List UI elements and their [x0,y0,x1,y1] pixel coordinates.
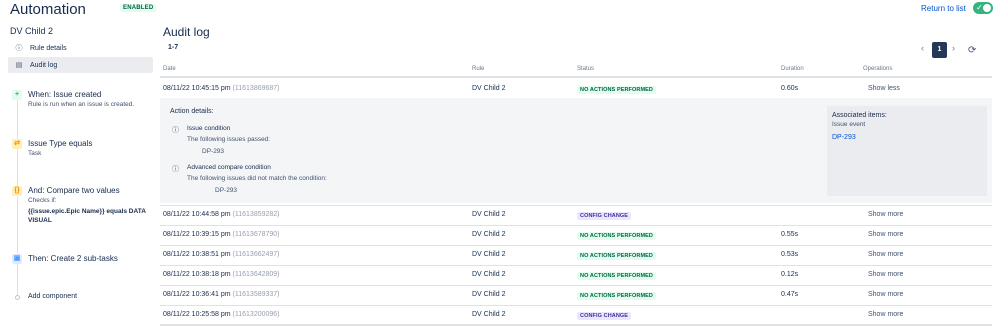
shuffle-icon: ⇄ [12,139,22,149]
trigger-subtitle: Rule is run when an issue is created. [28,101,135,108]
info-icon: ⓘ [15,45,23,52]
toggle-knob [983,4,991,12]
status-lozenge: NO ACTIONS PERFORMED [577,252,656,260]
subtask-icon: ▣ [12,254,22,264]
associated-issue-link[interactable]: DP-293 [832,134,856,141]
condition-message: The following issues passed: [187,136,271,143]
row-divider [160,305,992,306]
status-lozenge: CONFIG CHANGE [577,312,632,320]
show-more-button[interactable]: Show more [868,311,903,318]
column-header-rule: Rule [472,66,485,72]
row-duration: 0.47s [781,291,799,298]
row-duration: 0.60s [781,85,799,92]
add-component-dot [15,295,20,300]
row-duration: 0.12s [781,271,799,278]
trigger-title: When: Issue created [28,90,102,99]
column-header-operations: Operations [863,66,893,72]
status-lozenge: NO ACTIONS PERFORMED [577,292,656,300]
row-date: 08/11/22 10:44:58 pm (11613859282) [163,211,280,218]
column-header-status: Status [577,66,595,72]
row-rule: DV Child 2 [472,231,506,238]
associated-item-type: Issue event [832,121,866,128]
row-date: 08/11/22 10:36:41 pm (11613589337) [163,291,280,298]
rule-enabled-toggle[interactable]: ✓ [973,2,993,14]
lightning-icon: + [12,90,22,100]
status-lozenge: CONFIG CHANGE [577,212,632,220]
column-header-date: Date [163,66,176,72]
check-icon: ✓ [976,3,983,12]
row-date: 08/11/22 10:38:51 pm (11613662497) [163,251,280,258]
app-title: Automation [10,1,86,18]
row-rule: DV Child 2 [472,271,506,278]
row-duration: 0.53s [781,251,799,258]
row-divider [160,225,992,226]
status-lozenge: NO ACTIONS PERFORMED [577,232,656,240]
column-header-duration: Duration [781,66,804,72]
show-more-button[interactable]: Show more [868,211,903,218]
action-details-heading: Action details: [170,108,214,115]
row-date: 08/11/22 10:25:58 pm (11613200096) [163,311,280,318]
refresh-icon[interactable]: ⟳ [968,45,976,56]
row-rule: DV Child 2 [472,211,506,218]
row-duration: 0.55s [781,231,799,238]
show-more-button[interactable]: Show more [868,291,903,298]
nav-audit-log-label: Audit log [30,61,58,69]
row-rule: DV Child 2 [472,251,506,258]
condition-message: The following issues did not match the c… [187,175,327,182]
create-subtasks-title: Then: Create 2 sub-tasks [28,254,118,263]
issue-type-subtitle: Task [28,150,42,157]
results-range: 1-7 [168,44,179,51]
show-more-button[interactable]: Show more [868,251,903,258]
action-details-panel: Action details: ⓘ Issue condition The fo… [160,98,992,203]
condition-issue: DP-293 [202,148,225,155]
condition-issue: DP-293 [215,187,238,194]
status-lozenge: NO ACTIONS PERFORMED [577,86,656,94]
associated-items-panel: Associated items: Issue event DP-293 [827,106,987,196]
info-icon: ⓘ [172,166,179,173]
header-divider [160,76,992,78]
row-divider [160,245,992,246]
add-component-button[interactable]: Add component [28,293,77,300]
row-rule: DV Child 2 [472,85,506,92]
nav-rule-details-label: Rule details [30,44,67,52]
braces-icon: {} [12,186,22,196]
show-more-button[interactable]: Show more [868,231,903,238]
page-title: Audit log [163,25,210,39]
compare-expression: {{issue.epic.Epic Name}} equals DATA VIS… [28,208,146,224]
condition-name: Issue condition [187,125,231,132]
row-date: 08/11/22 10:45:15 pm (11613869687) [163,85,280,92]
row-date: 08/11/22 10:39:15 pm (11613678790) [163,231,280,238]
condition-name: Advanced compare condition [187,164,271,171]
nav-rule-details[interactable]: ⓘ Rule details [8,40,153,56]
return-to-list-link[interactable]: Return to list [921,4,966,13]
associated-items-heading: Associated items: [832,112,887,119]
rule-name: DV Child 2 [10,26,54,36]
table-bottom-divider [160,324,992,326]
document-icon: ▤ [15,62,23,69]
previous-page-icon[interactable]: ‹ [921,43,924,53]
row-divider [160,265,992,266]
next-page-icon[interactable]: › [952,43,955,53]
show-less-button[interactable]: Show less [868,85,900,92]
row-divider [160,205,992,206]
issue-type-title: Issue Type equals [28,139,93,148]
row-date: 08/11/22 10:38:18 pm (11613642809) [163,271,280,278]
show-more-button[interactable]: Show more [868,271,903,278]
compare-subtitle: Checks if: [28,197,57,204]
row-rule: DV Child 2 [472,311,506,318]
info-icon: ⓘ [172,127,179,134]
nav-audit-log[interactable]: ▤ Audit log [8,57,153,73]
row-rule: DV Child 2 [472,291,506,298]
row-divider [160,285,992,286]
status-lozenge: NO ACTIONS PERFORMED [577,272,656,280]
compare-title: And: Compare two values [28,186,120,195]
page-button-current[interactable]: 1 [932,42,947,58]
status-badge: ENABLED [120,4,157,12]
